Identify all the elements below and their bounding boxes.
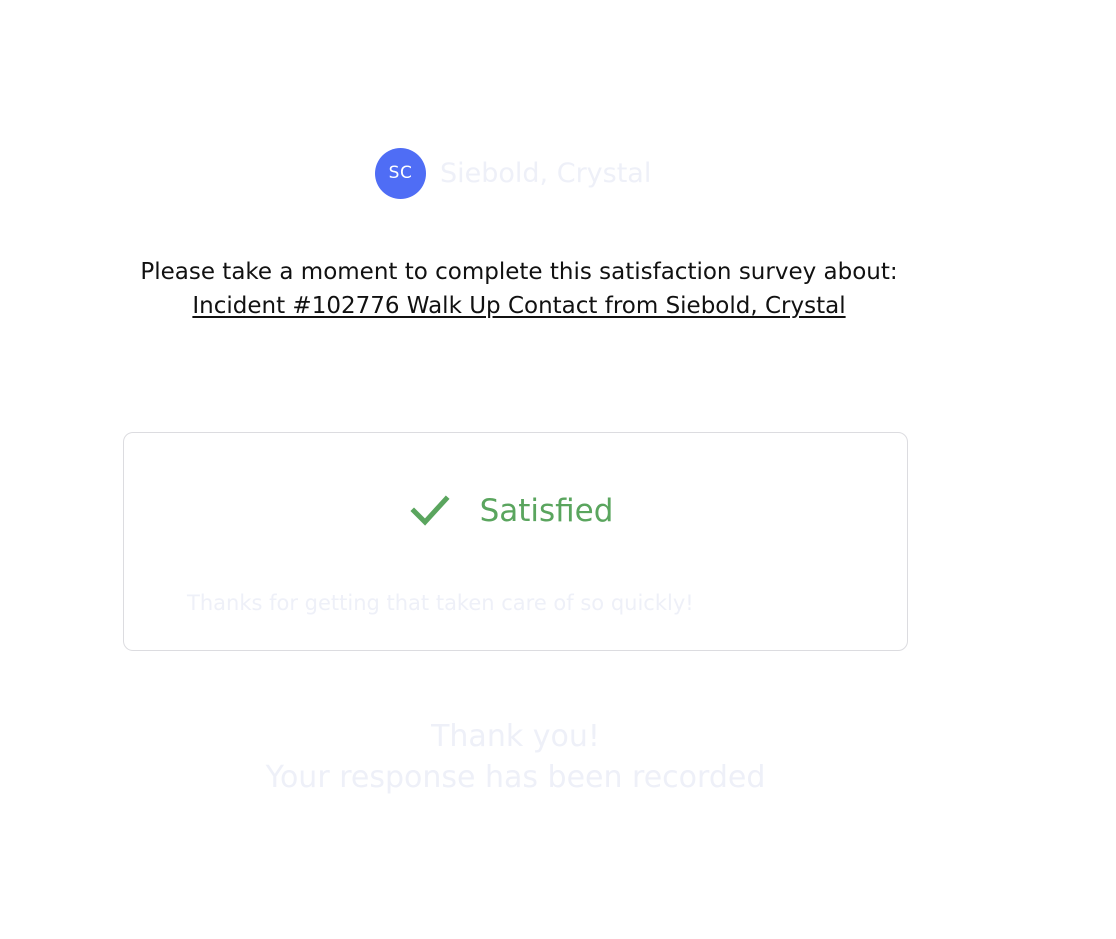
confirmation-message: Thank you! Your response has been record… (123, 716, 908, 798)
rating-label: Satisfied (479, 493, 614, 529)
survey-page: SC Siebold, Crystal Please take a moment… (0, 0, 1116, 939)
checkmark-icon (410, 495, 450, 526)
response-card: Satisfied Thanks for getting that taken … (123, 432, 908, 651)
response-comment: Thanks for getting that taken care of so… (187, 591, 694, 615)
avatar: SC (375, 147, 426, 199)
response-recorded-text: Your response has been recorded (265, 760, 766, 795)
survey-prompt-block: Please take a moment to complete this sa… (60, 255, 978, 323)
agent-name: Siebold, Crystal (440, 157, 652, 189)
survey-prompt: Please take a moment to complete this sa… (140, 259, 898, 285)
thank-you-text: Thank you! (431, 719, 600, 754)
incident-link[interactable]: Incident #102776 Walk Up Contact from Si… (192, 293, 845, 319)
rating-row: Satisfied (124, 493, 909, 529)
agent-header: SC Siebold, Crystal (375, 147, 651, 199)
